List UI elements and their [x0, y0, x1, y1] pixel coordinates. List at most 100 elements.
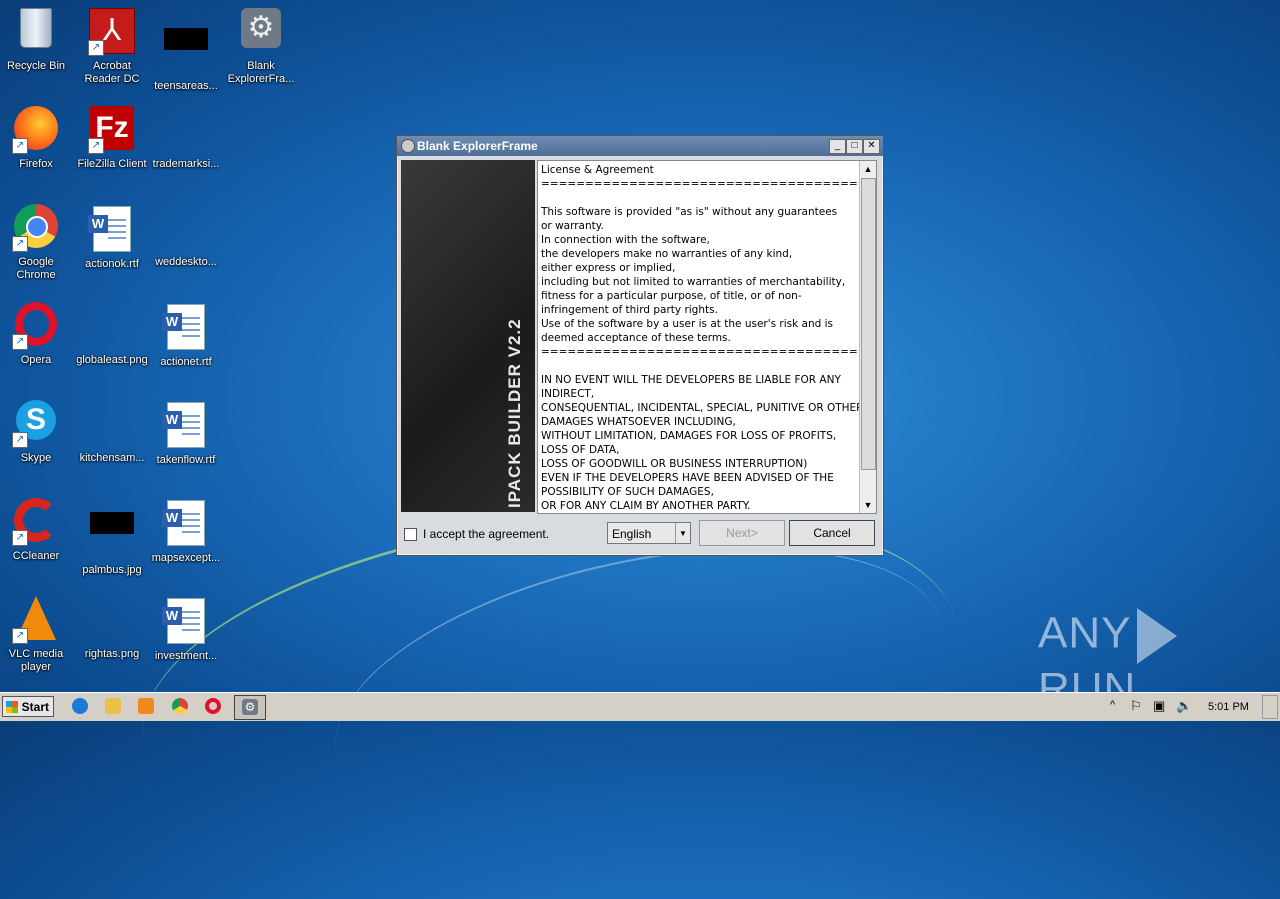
word-document-icon: W	[162, 402, 210, 450]
desktop-icon-blank-explorerframe[interactable]: ⚙ Blank ExplorerFra...	[223, 8, 299, 86]
word-document-icon: W	[162, 304, 210, 352]
shortcut-arrow-icon: ↗	[12, 628, 28, 644]
desktop-icon-ccleaner[interactable]: ↗ CCleaner	[0, 498, 74, 563]
desktop-icon-label: mapsexcept...	[151, 552, 221, 564]
license-scrollbar[interactable]: ▲ ▼	[859, 161, 876, 513]
desktop-icon-vlc[interactable]: ↗ VLC media player	[0, 596, 74, 674]
start-label: Start	[21, 700, 49, 714]
desktop-icon-label: Acrobat Reader DC	[84, 60, 140, 85]
desktop-icon-kitchensam[interactable]: kitchensam...	[74, 400, 150, 465]
opera-icon[interactable]	[205, 698, 221, 714]
desktop-icon-label: teensareas...	[154, 80, 218, 92]
desktop-icon-label: kitchensam...	[79, 452, 145, 464]
word-document-icon: W	[162, 500, 210, 548]
desktop-icon-chrome[interactable]: ↗ Google Chrome	[0, 204, 74, 282]
shortcut-arrow-icon: ↗	[12, 432, 28, 448]
desktop-icon-filezilla[interactable]: Fz ↗ FileZilla Client	[74, 106, 150, 171]
desktop-icon-globaleast[interactable]: globaleast.png	[74, 302, 150, 367]
accept-checkbox[interactable]	[404, 528, 417, 541]
window-title: Blank ExplorerFrame	[417, 139, 538, 153]
next-button[interactable]: Next>	[699, 520, 785, 546]
taskbar: Start ⚙ ^ ⚐ ▣ 🔈 5:01 PM	[0, 692, 1280, 721]
accept-label[interactable]: I accept the agreement.	[423, 527, 549, 541]
scroll-up-icon[interactable]: ▲	[860, 161, 876, 177]
flag-icon[interactable]: ⚐	[1130, 698, 1142, 714]
shortcut-arrow-icon: ↗	[88, 138, 104, 154]
desktop-icon-label: Firefox	[19, 158, 53, 170]
vlc-icon: ↗	[12, 596, 60, 644]
start-button[interactable]: Start	[2, 696, 54, 717]
shortcut-arrow-icon: ↗	[88, 40, 104, 56]
scroll-down-icon[interactable]: ▼	[860, 497, 876, 513]
maximize-button[interactable]: □	[846, 139, 863, 154]
desktop-icon-investment[interactable]: W investment...	[148, 596, 224, 663]
desktop-icon-label: CCleaner	[12, 550, 60, 562]
language-select[interactable]: English ▼	[607, 522, 691, 544]
desktop-icon-label: rightas.png	[84, 648, 140, 660]
desktop-icon-label: Skype	[20, 452, 52, 464]
desktop-icon-rightas[interactable]: rightas.png	[74, 596, 150, 661]
file-icon	[162, 106, 210, 154]
window-footer: I accept the agreement. English ▼ Next> …	[397, 516, 883, 552]
installer-window: Blank ExplorerFrame _ □ ✕ IPACK BUILDER …	[396, 135, 884, 556]
desktop-icon-mapsexcept[interactable]: W mapsexcept...	[148, 498, 224, 565]
shortcut-arrow-icon: ↗	[12, 530, 28, 546]
desktop-icon-label: investment...	[154, 650, 218, 662]
chrome-icon[interactable]	[172, 698, 188, 714]
desktop-icon-label: weddeskto...	[155, 256, 217, 268]
desktop-icon-takenflow[interactable]: W takenflow.rtf	[148, 400, 224, 467]
desktop-icon-weddeskto[interactable]: weddeskto...	[148, 204, 224, 269]
desktop-icon-label: Recycle Bin	[6, 60, 66, 72]
image-file-icon	[88, 400, 136, 448]
windows-logo-icon	[6, 701, 18, 713]
desktop-icon-label: globaleast.png	[76, 354, 148, 366]
desktop-icon-label: takenflow.rtf	[156, 454, 216, 466]
gear-icon: ⚙	[242, 699, 258, 715]
shortcut-arrow-icon: ↗	[12, 334, 28, 350]
volume-icon[interactable]: 🔈	[1176, 698, 1192, 714]
minimize-button[interactable]: _	[829, 139, 846, 154]
desktop-icon-label: Google Chrome	[16, 256, 56, 281]
recycle-bin-icon	[12, 8, 60, 56]
desktop-icon-actionok[interactable]: W actionok.rtf	[74, 204, 150, 271]
close-button[interactable]: ✕	[863, 139, 880, 154]
word-document-icon: W	[88, 206, 136, 254]
license-text: License & Agreement ====================…	[541, 164, 861, 512]
desktop-icon-trademarksi[interactable]: trademarksi...	[148, 106, 224, 171]
desktop-icon-palmbus[interactable]: palmbus.jpg	[74, 498, 150, 577]
chevron-down-icon[interactable]: ▼	[675, 523, 690, 543]
cancel-button[interactable]: Cancel	[789, 520, 875, 546]
desktop-icon-actionet[interactable]: W actionet.rtf	[148, 302, 224, 369]
network-icon[interactable]: ▣	[1153, 698, 1165, 714]
banner-text: IPACK BUILDER V2.2	[505, 318, 524, 508]
image-file-icon	[88, 512, 136, 560]
scroll-thumb[interactable]	[861, 178, 876, 470]
window-titlebar[interactable]: Blank ExplorerFrame _ □ ✕	[397, 136, 883, 156]
desktop-icon-label: trademarksi...	[152, 158, 220, 170]
skype-icon: S ↗	[12, 400, 60, 448]
taskbar-clock[interactable]: 5:01 PM	[1208, 701, 1249, 713]
desktop-icon-opera[interactable]: ↗ Opera	[0, 302, 74, 367]
desktop-icon-skype[interactable]: S ↗ Skype	[0, 400, 74, 465]
shortcut-arrow-icon: ↗	[12, 138, 28, 154]
chrome-icon: ↗	[12, 204, 60, 252]
firefox-icon: ↗	[12, 106, 60, 154]
desktop-icon-label: Blank ExplorerFra...	[227, 60, 295, 85]
installer-banner: IPACK BUILDER V2.2	[401, 160, 535, 512]
file-icon	[162, 204, 210, 252]
media-player-icon[interactable]	[138, 698, 154, 714]
show-hidden-icons-icon[interactable]: ^	[1110, 699, 1115, 711]
show-desktop-button[interactable]	[1262, 695, 1278, 719]
file-explorer-icon[interactable]	[105, 698, 121, 714]
desktop-icon-recycle-bin[interactable]: Recycle Bin	[0, 8, 74, 73]
desktop-icon-firefox[interactable]: ↗ Firefox	[0, 106, 74, 171]
filezilla-icon: Fz ↗	[88, 106, 136, 154]
desktop-icon-teensareas[interactable]: teensareas...	[148, 8, 224, 93]
language-value: English	[612, 527, 652, 541]
internet-explorer-icon[interactable]	[72, 698, 88, 714]
taskbar-item-blank-explorerframe[interactable]: ⚙	[234, 695, 266, 720]
desktop-icon-acrobat[interactable]: ⅄ ↗ Acrobat Reader DC	[74, 8, 150, 86]
watermark-left: ANY	[1038, 608, 1132, 658]
license-textbox[interactable]: License & Agreement ====================…	[537, 160, 877, 514]
shortcut-arrow-icon: ↗	[12, 236, 28, 252]
